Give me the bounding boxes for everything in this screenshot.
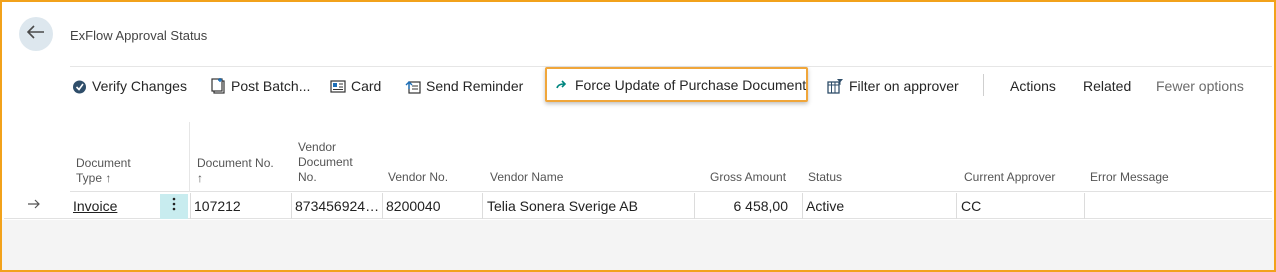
post-batch-label: Post Batch... [231, 78, 311, 94]
actions-label: Actions [1010, 78, 1056, 94]
send-reminder-label: Send Reminder [426, 78, 524, 94]
cell-error-message[interactable] [1089, 193, 1269, 219]
cell-border [694, 193, 695, 219]
header-text: Type [76, 171, 103, 185]
row-actions-button[interactable] [160, 194, 188, 219]
header-text: Vendor [298, 140, 337, 154]
send-reminder-icon [405, 79, 421, 94]
cell-border [482, 193, 483, 219]
row-indicator-arrow-icon [27, 197, 41, 215]
post-batch-button[interactable]: Post Batch... [211, 67, 310, 105]
empty-grid-area [2, 220, 1274, 270]
card-button[interactable]: Card [330, 67, 381, 105]
card-label: Card [351, 78, 382, 94]
cell-border [190, 193, 191, 219]
column-divider [189, 122, 190, 192]
more-vertical-icon [172, 197, 176, 216]
column-header-vendor-document-no[interactable]: Vendor Document No. [298, 140, 353, 185]
column-header-vendor-name[interactable]: Vendor Name [490, 170, 563, 185]
cell-border [802, 193, 803, 219]
header-text: Document [298, 155, 353, 169]
force-update-button[interactable]: Force Update of Purchase Document [545, 67, 808, 102]
verify-icon [72, 79, 87, 94]
actions-menu[interactable]: Actions [1010, 67, 1056, 105]
verify-changes-button[interactable]: Verify Changes [72, 67, 187, 105]
send-reminder-button[interactable]: Send Reminder [405, 67, 523, 105]
cell-current-approver[interactable]: CC [961, 193, 1081, 219]
cell-document-type[interactable]: Invoice [73, 193, 158, 219]
back-button[interactable] [19, 17, 53, 51]
cell-gross-amount[interactable]: 6 458,00 [696, 193, 789, 219]
arrow-left-icon [26, 24, 45, 44]
fewer-options-label: Fewer options [1156, 78, 1244, 94]
column-header-status[interactable]: Status [808, 170, 842, 185]
cell-border [291, 193, 292, 219]
cell-border [382, 193, 383, 219]
fewer-options-button[interactable]: Fewer options [1156, 67, 1244, 105]
column-header-current-approver[interactable]: Current Approver [964, 170, 1055, 185]
card-icon [330, 79, 346, 93]
cell-border [1084, 193, 1085, 219]
related-label: Related [1083, 78, 1132, 94]
cell-vendor-document-no[interactable]: 873456924… [295, 193, 381, 219]
header-text: Document No. [197, 156, 274, 170]
filter-on-approver-button[interactable]: Filter on approver [827, 67, 959, 105]
header-text: No. [298, 170, 317, 184]
column-header-document-type[interactable]: Document Type ↑ [76, 156, 131, 186]
verify-changes-label: Verify Changes [92, 78, 187, 94]
column-header-document-no[interactable]: Document No. ↑ [197, 156, 274, 186]
post-batch-icon [211, 78, 226, 94]
related-menu[interactable]: Related [1083, 67, 1131, 105]
document-type-link[interactable]: Invoice [73, 198, 117, 214]
filter-on-approver-label: Filter on approver [849, 78, 959, 94]
cell-document-no[interactable]: 107212 [194, 193, 289, 219]
cell-vendor-name[interactable]: Telia Sonera Sverige AB [487, 193, 692, 219]
cell-vendor-no[interactable]: 8200040 [386, 193, 481, 219]
cell-status[interactable]: Active [806, 193, 951, 219]
column-header-vendor-no[interactable]: Vendor No. [388, 170, 448, 185]
column-header-gross-amount[interactable]: Gross Amount [710, 170, 786, 185]
header-text: Document [76, 156, 131, 170]
arrow-redo-icon [556, 79, 568, 90]
filter-icon [827, 78, 844, 94]
cell-border [956, 193, 957, 219]
sort-ascending-icon: ↑ [105, 171, 112, 185]
toolbar-divider [983, 74, 984, 96]
page-title: ExFlow Approval Status [70, 28, 208, 43]
column-header-error-message[interactable]: Error Message [1090, 170, 1169, 185]
force-update-label: Force Update of Purchase Document [575, 76, 807, 93]
sort-ascending-icon: ↑ [197, 171, 203, 185]
